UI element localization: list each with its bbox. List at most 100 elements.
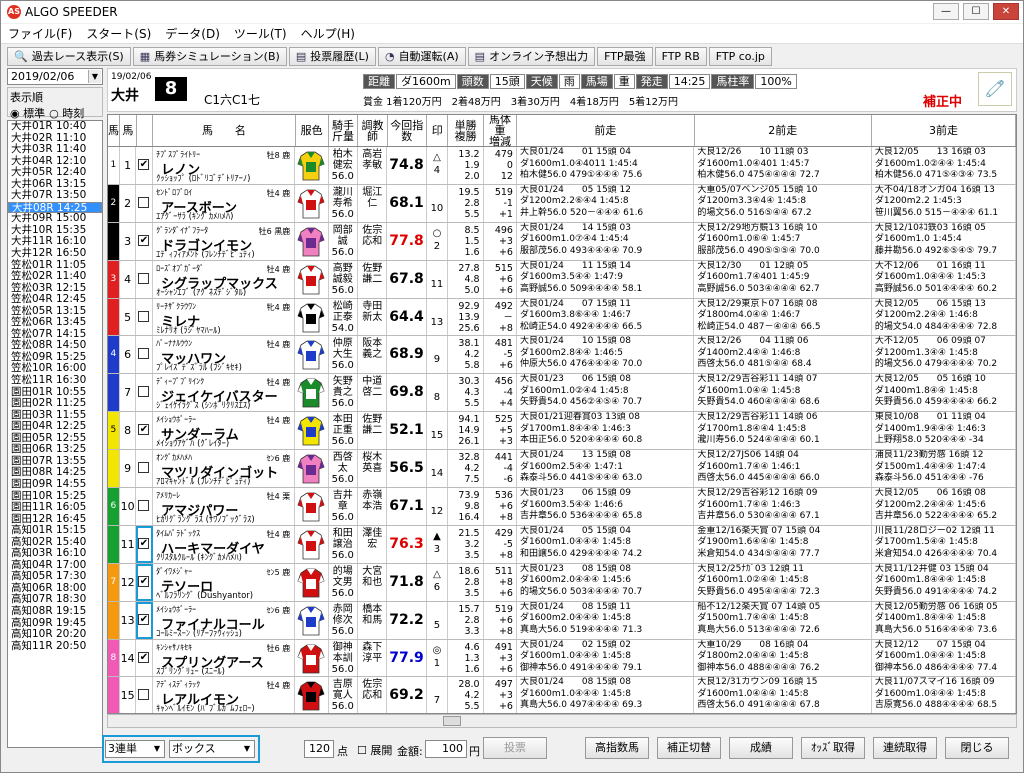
horse-checkbox[interactable] [138, 196, 150, 208]
prediction-mark[interactable]: △ 4 [427, 147, 449, 184]
past-race-1[interactable]: 大良01/23 08 15頭 08 ダ1600m2.0④④④ 1:45:6 的場文5… [517, 563, 695, 601]
past-race-2[interactable]: 大重05/07ベンジ05 15頭 10 ダ1200m3.3④4④ 1:45:8 的場… [694, 184, 872, 222]
race-list-item[interactable]: 高知11R 20:50 [8, 640, 102, 653]
horse-name-cell[interactable]: ﾀｲﾑﾊﾟﾗﾄﾞｯｸｽ 牡4 鹿ハーキマーダイヤ ｸﾘｽﾀﾙｸﾙｰﾙ (ｷﾝｸﾞｶﾒ… [153, 525, 296, 563]
menu-item[interactable]: スタート(S) [79, 25, 158, 42]
select-cell[interactable] [136, 336, 154, 374]
past-race-3[interactable]: 大不12/06 01 16頭 11 ダ1600m1.0④④④ 1:45:3 高野誠5… [872, 260, 1016, 298]
past-race-1[interactable]: 大良01/24 07 15頭 11 ダ1600m3.8⑥④④ 1:46:7 松崎正5… [517, 298, 695, 336]
race-list-item[interactable]: 笠松11R 16:30 [8, 374, 102, 387]
prediction-mark[interactable]: 10 [427, 184, 449, 222]
race-list-item[interactable]: 大井03R 11:40 [8, 144, 102, 156]
past-race-2[interactable]: 大重10/29 08 16頭 04 ダ1800m2.0④④④ 1:45:8 御神本5… [694, 639, 872, 677]
past-race-2[interactable]: 大良12/30 01 12頭 05 ダ1600m1.7④401 1:45:9 高野誠… [694, 260, 872, 298]
past-race-1[interactable]: 大良01/24 02 15頭 02 ダ1600m1.0④④④ 1:45:8 御神本5… [517, 639, 695, 677]
past-race-1[interactable]: 大良01/24 10 15頭 08 ダ1600m2.8④④ 1:46:5 仲原大56… [517, 336, 695, 374]
past-race-2[interactable]: 大良12/31カウン09 16頭 15 ダ1600m1.0④④④ 1:45:8 西啓… [694, 677, 872, 713]
horse-name-cell[interactable]: ﾘｰﾁｻﾞｸﾗｳﾜﾝ 牝4 鹿ミレナ ﾐﾚﾅﾘｵ (ﾗｼﾞﾔﾏﾊｰﾙ) [153, 298, 296, 336]
horse-name-cell[interactable]: ﾃﾞｨｰﾌﾟﾌﾞﾘｲﾝｸ 牡4 鹿ジェイケイバスター ｼﾞｪｲｹｲﾗｸﾞｽ (ｼﾝﾎ… [153, 374, 296, 412]
horse-name-cell[interactable]: ﾁﾌﾟｽﾌﾟﾗｲﾄﾘｰ 牡8 鹿レノン ｸｯｼｮｯﾌﾟ (ﾛﾄﾞﾘｺﾞﾃﾞﾄﾘｱｰﾉ… [153, 147, 296, 184]
past-race-1[interactable]: 大良01/23 06 15頭 08 ダ1600m1.0②④4 1:45:8 矢野貴5… [517, 374, 695, 412]
horse-checkbox[interactable]: ✔ [138, 159, 150, 170]
toolbar-button[interactable]: 🔍 過去レース表示(S) [7, 46, 131, 66]
get-odds-button[interactable]: ｵｯｽﾞ取得 [801, 737, 865, 759]
past-race-2[interactable]: 大良12/29吉谷彩11 14頭 06 ダ1700m1.8④④4 1:45:8 瀧川… [694, 412, 872, 450]
order-radio-time[interactable]: ○ 時刻 [49, 105, 84, 121]
horse-checkbox[interactable] [138, 310, 150, 322]
prediction-mark[interactable]: △ 6 [427, 563, 449, 601]
high-index-button[interactable]: 高指数馬 [585, 737, 649, 759]
past-race-3[interactable]: 大良12/05 05 16頭 10 ダ1400m1.8④④ 1:45:8 矢野貴56… [872, 374, 1016, 412]
horse-checkbox[interactable]: ✔ [138, 575, 150, 587]
race-list-item[interactable]: 高知10R 20:20 [8, 629, 102, 641]
expand-checkbox[interactable]: ☐ 展開 [357, 742, 392, 758]
select-cell[interactable]: ✔ [136, 222, 154, 260]
past-race-3[interactable]: 川良11/28ロジー02 12頭 11 ダ1700m1.5④④ 1:45:8 米倉知… [872, 525, 1016, 563]
results-button[interactable]: 成績 [729, 737, 793, 759]
scroll-thumb[interactable] [443, 716, 461, 726]
race-list-item[interactable]: 大井08R 14:25 [8, 201, 102, 213]
horse-name-cell[interactable]: ﾛｰｽﾞｵﾌﾞｶﾞｰﾀﾞ 牡4 鹿シグラップマックス ｵｰｼｬﾝｴﾌﾞ (ｱｸﾞﾈｽ… [153, 260, 296, 298]
toolbar-button[interactable]: ▤ 投票履歴(L) [288, 46, 376, 66]
correction-toggle-button[interactable]: 補正切替 [657, 737, 721, 759]
horse-name-cell[interactable]: ｵﾝｸﾞｶﾒﾊﾒﾊ ｾﾝ6 鹿マツリダインゴット ｱﾛﾏｷｬﾝﾄﾞﾙ (ﾌﾚﾝﾁﾃﾞ… [153, 450, 296, 488]
select-cell[interactable] [136, 298, 154, 336]
race-list-item[interactable]: 大井05R 12:40 [8, 167, 102, 179]
past-race-1[interactable]: 大良01/23 06 15頭 09 ダ1600m3.5④④ 1:46:6 吉井章56… [517, 488, 695, 525]
horse-name-cell[interactable]: ﾀﾞｲﾜﾒｼﾞｬｰ ｾﾝ5 鹿テソーロ ﾍﾞﾙﾌﾗﾘﾝｸﾞ (Dushyantor) [153, 563, 296, 601]
past-race-3[interactable]: 浦良11/23勤労感 16頭 12 ダ1500m1.4④④④ 1:47:4 森泰斗5… [872, 450, 1016, 488]
past-race-1[interactable]: 大良01/24 05 15頭 12 ダ1200m2.2⑥④4 1:45:8 井上幹5… [517, 184, 695, 222]
prediction-mark[interactable]: 11 [427, 260, 449, 298]
amount-input[interactable]: 100 [425, 740, 467, 758]
horse-name-cell[interactable]: ｱﾒﾘｶｰﾚ 牡4 栗アマジパワー ﾋｶﾘｸﾞﾗﾝｸﾞﾗｽ (ｻﾜﾉﾌﾞｯｸﾞﾗｽ) [153, 488, 296, 525]
race-list-item[interactable]: 園田09R 14:55 [8, 478, 102, 491]
horse-checkbox[interactable] [138, 462, 150, 474]
race-list-item[interactable]: 高知08R 19:15 [8, 605, 102, 618]
horse-checkbox[interactable] [138, 348, 150, 360]
select-cell[interactable] [136, 374, 154, 412]
select-cell[interactable] [136, 260, 154, 298]
prediction-mark[interactable]: 15 [427, 412, 449, 450]
past-race-3[interactable]: 大良11/07スマイ16 16頭 09 ダ1600m1.0④④④ 1:45:8 吉原… [872, 677, 1016, 713]
select-cell[interactable]: ✔ [136, 601, 154, 639]
prediction-mark[interactable]: 5 [427, 601, 449, 639]
vote-button[interactable]: 投票 [483, 737, 547, 759]
race-list-item[interactable]: 笠松02R 11:40 [8, 271, 102, 283]
prediction-mark[interactable]: 12 [427, 488, 449, 525]
select-cell[interactable]: ✔ [136, 525, 154, 563]
toolbar-button[interactable]: FTP最強 [597, 46, 653, 66]
prediction-mark[interactable]: 9 [427, 336, 449, 374]
past-race-3[interactable]: 東良10/08 01 11頭 04 ダ1400m1.9④④④ 1:46:3 上野翔5… [872, 412, 1016, 450]
horse-name-cell[interactable]: ｷﾝｼｬｻﾉｷｾｷ 牡6 鹿スプリングアース ｽﾌﾟﾘﾝｸﾞﾘｭｰ (ｽﾆｰﾙ) [153, 639, 296, 677]
horse-checkbox[interactable]: ✔ [138, 424, 150, 436]
race-list-item[interactable]: 園田02R 11:25 [8, 398, 102, 410]
select-cell[interactable] [136, 450, 154, 488]
past-race-1[interactable]: 大良01/21迎春賞03 13頭 08 ダ1700m1.8④④④ 1:46:3 本田… [517, 412, 695, 450]
close-button[interactable]: ✕ [993, 3, 1019, 20]
past-race-3[interactable]: 大良12/05勤労感 06 16頭 05 ダ1400m1.8④④④ 1:45:8 真… [872, 601, 1016, 639]
past-race-2[interactable]: 大良12/26 10 11頭 03 ダ1600m1.0④401 1:45:7 柏木健… [694, 147, 872, 184]
horse-name-cell[interactable]: ｸﾞﾗﾝﾀﾞｲﾅﾞﾌﾗｰﾀ 牡6 黒鹿 ドラゴンイモン ｴﾃﾞｨﾌｨｱﾒﾝﾄ (ﾌﾚﾝ… [153, 222, 296, 260]
horse-checkbox[interactable]: ✔ [138, 234, 150, 246]
past-race-2[interactable]: 大良12/29東京ト07 16頭 08 ダ1800m4.0④④ 1:46:7 松崎正… [694, 298, 872, 336]
past-race-1[interactable]: 大良01/24 08 15頭 11 ダ1600m2.0④④④ 1:45:8 真島大5… [517, 601, 695, 639]
horse-name-cell[interactable]: ﾒｲｼｮｳﾎﾞｰﾗｰ ｾﾝ6 鹿ファイナルコール ｺｰﾙﾐｰｽｰﾝ (ﾘｱｰﾌｧｳｨ… [153, 601, 296, 639]
close-window-button[interactable]: 閉じる [945, 737, 1009, 759]
toolbar-button[interactable]: ◔ 自動運転(A) [377, 46, 466, 66]
past-race-3[interactable]: 大良12/12 07 15頭 04 ダ1600m1.0④④④ 1:45:8 御神本5… [872, 639, 1016, 677]
order-radio-standard[interactable]: ◉ 標準 [10, 105, 45, 121]
race-list-item[interactable]: 大井12R 16:50 [8, 247, 102, 260]
prediction-mark[interactable]: ○ 2 [427, 222, 449, 260]
past-race-3[interactable]: 大良12/05 13 16頭 03 ダ1600m1.0②④④ 1:45:4 柏木健5… [872, 147, 1016, 184]
select-cell[interactable]: ✔ [136, 563, 154, 601]
horse-checkbox[interactable] [138, 689, 150, 701]
prediction-mark[interactable]: ◎ 1 [427, 639, 449, 677]
past-race-3[interactable]: 大良12/10ﾈｺ鉄03 16頭 05 ダ1600m1.0 1:45:4 藤井勘56… [872, 222, 1016, 260]
past-race-2[interactable]: 船不12/12楽天賞 07 14頭 05 ダ1500m1.7④④④ 1:45:8 真… [694, 601, 872, 639]
horse-checkbox[interactable] [138, 272, 150, 284]
past-race-3[interactable]: 大良12/05 06 15頭 13 ダ1200m2.2④④ 1:46:8 的場文54… [872, 298, 1016, 336]
horse-name-cell[interactable]: ｾﾝﾄﾞﾛﾌﾞﾛｲ 牡4 鹿アースボーン ｴｱｸﾞｰｻﾗ (ｷﾝｸﾞｶﾒﾊﾒﾊ) [153, 184, 296, 222]
race-list-item[interactable]: 園田11R 16:05 [8, 501, 102, 514]
past-race-2[interactable]: 大良12/29吉谷彩12 16頭 09 ダ1600m1.7④④ 1:46:3 吉井章… [694, 488, 872, 525]
past-race-2[interactable]: 大良12/25ﾅｶﾞ03 12頭 11 ダ1600m1.0②④④ 1:45:8 矢野… [694, 563, 872, 601]
